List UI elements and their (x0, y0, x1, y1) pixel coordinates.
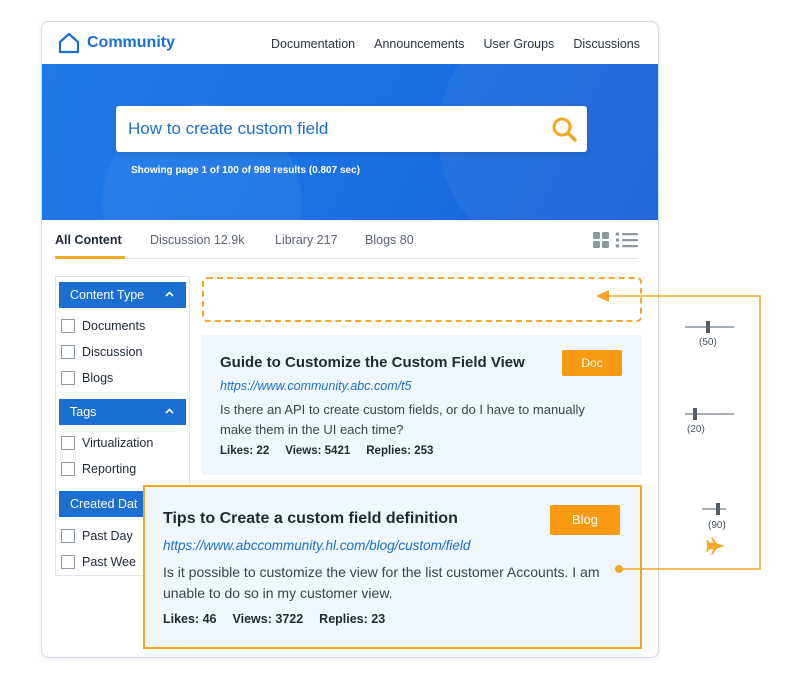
filter-discussion[interactable]: Discussion (61, 345, 142, 359)
filter-past-day[interactable]: Past Day (61, 529, 133, 543)
result-description: Is there an API to create custom fields,… (220, 402, 585, 437)
result-title[interactable]: Tips to Create a custom field definition (163, 510, 458, 528)
checkbox[interactable] (61, 371, 75, 385)
search-input[interactable] (128, 106, 538, 152)
active-tab-indicator (55, 256, 125, 259)
checkbox-label: Discussion (82, 345, 143, 359)
filter-header-label: Tags (70, 405, 97, 419)
drop-placeholder (202, 277, 642, 322)
filter-past-week[interactable]: Past Wee (61, 555, 136, 569)
checkbox[interactable] (61, 555, 75, 569)
checkbox-label: Reporting (82, 462, 137, 476)
nav-discussions[interactable]: Discussions (573, 37, 640, 51)
logo[interactable]: Community (57, 32, 175, 54)
filter-blogs[interactable]: Blogs (61, 371, 113, 385)
results-summary: Showing page 1 of 100 of 998 results (0.… (131, 165, 360, 176)
tab-blogs[interactable]: Blogs 80 (365, 233, 414, 247)
home-icon (58, 32, 80, 54)
filter-content-type-header[interactable]: Content Type (59, 282, 186, 308)
likes-count: Likes: 22 (220, 445, 270, 457)
grid-view-icon[interactable] (592, 231, 610, 249)
filter-reporting[interactable]: Reporting (61, 462, 136, 476)
nav-announcements[interactable]: Announcements (374, 37, 464, 51)
result-title[interactable]: Guide to Customize the Custom Field View (220, 354, 525, 371)
filter-documents[interactable]: Documents (61, 319, 145, 333)
result-stats: Likes: 46 Views: 3722 Replies: 23 (163, 612, 385, 626)
search-hero: Showing page 1 of 100 of 998 results (0.… (42, 64, 658, 220)
filter-header-label: Created Dat (70, 497, 138, 511)
main-nav: Documentation Announcements User Groups … (271, 37, 640, 51)
views-count: Views: 5421 (285, 445, 351, 457)
chevron-up-icon (165, 408, 174, 414)
checkbox-label: Virtualization (82, 436, 154, 450)
replies-count: Replies: 253 (366, 445, 434, 457)
checkbox-label: Blogs (82, 371, 114, 385)
checkbox[interactable] (61, 345, 75, 359)
replies-count: Replies: 23 (319, 612, 386, 626)
slider-50[interactable] (685, 321, 734, 333)
likes-count: Likes: 46 (163, 612, 217, 626)
checkbox-label: Past Day (82, 529, 133, 543)
result-card[interactable]: Guide to Customize the Custom Field View… (202, 335, 642, 475)
chevron-up-icon (165, 291, 174, 297)
checkbox[interactable] (61, 462, 75, 476)
result-stats: Likes: 22 Views: 5421 Replies: 253 (220, 445, 433, 457)
search-box (116, 106, 587, 152)
result-link[interactable]: https://www.community.abc.com/t5 (220, 379, 412, 393)
blog-badge[interactable]: Blog (550, 505, 620, 535)
slider-value-label: (90) (708, 520, 726, 531)
checkbox[interactable] (61, 529, 75, 543)
nav-user-groups[interactable]: User Groups (483, 37, 554, 51)
doc-badge[interactable]: Doc (562, 350, 622, 376)
filter-header-label: Content Type (70, 288, 145, 302)
filter-tags-header[interactable]: Tags (59, 399, 186, 425)
slider-value-label: (20) (687, 424, 705, 435)
checkbox-label: Past Wee (82, 555, 136, 569)
result-description: Is it possible to customize the view for… (163, 564, 600, 601)
tab-library[interactable]: Library 217 (275, 233, 338, 247)
slider-90[interactable] (702, 503, 726, 515)
top-header: Community Documentation Announcements Us… (42, 22, 658, 64)
checkbox[interactable] (61, 436, 75, 450)
tab-discussion[interactable]: Discussion 12.9k (150, 233, 245, 247)
nav-documentation[interactable]: Documentation (271, 37, 355, 51)
views-count: Views: 3722 (232, 612, 304, 626)
slider-value-label: (50) (699, 337, 717, 348)
list-view-icon[interactable] (615, 231, 639, 249)
checkbox[interactable] (61, 319, 75, 333)
checkbox-label: Documents (82, 319, 146, 333)
filter-virtualization[interactable]: Virtualization (61, 436, 153, 450)
result-link[interactable]: https://www.abccommunity.hl.com/blog/cus… (163, 538, 470, 553)
result-card-highlighted[interactable]: Tips to Create a custom field definition… (143, 485, 642, 649)
content-tabs: All Content Discussion 12.9k Library 217… (55, 231, 638, 259)
tab-all-content[interactable]: All Content (55, 233, 122, 247)
slider-20[interactable] (685, 408, 734, 420)
app-title: Community (87, 34, 175, 51)
airplane-icon (706, 537, 725, 555)
search-icon[interactable] (551, 116, 577, 142)
